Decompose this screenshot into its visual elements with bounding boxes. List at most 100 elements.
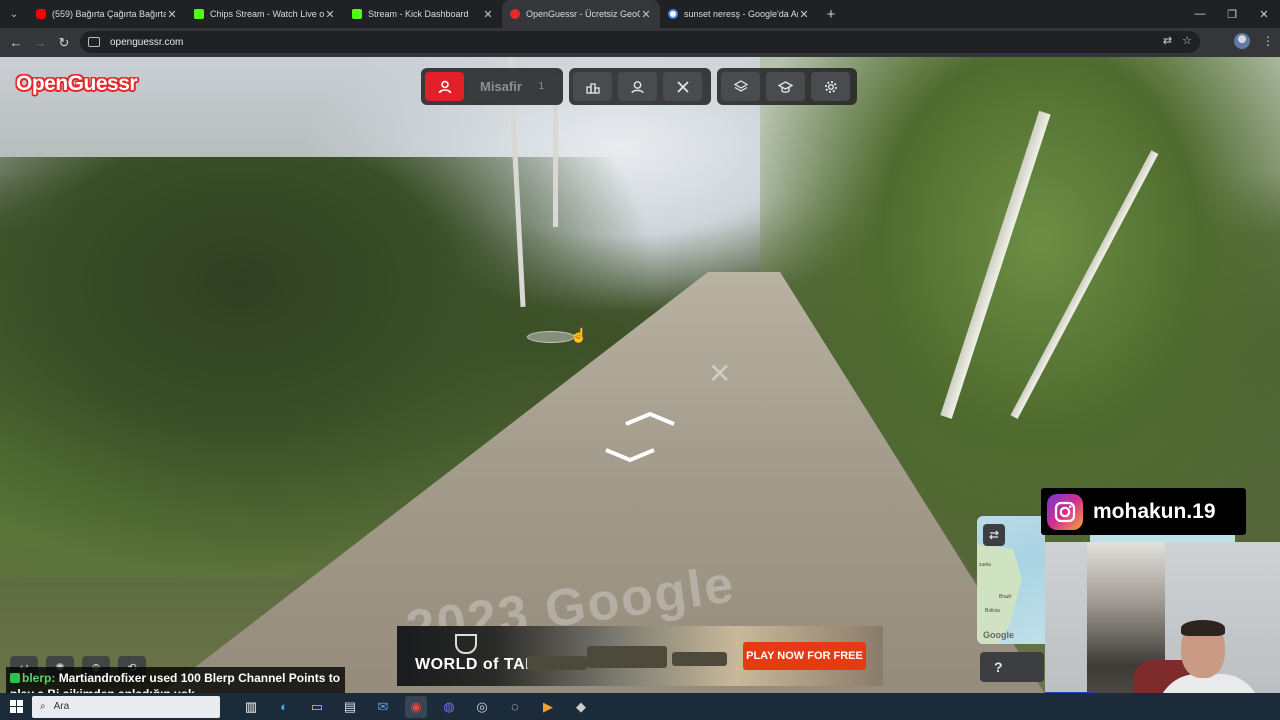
- youtube-icon: [36, 9, 46, 19]
- guest-player-badge[interactable]: Misafir 1: [470, 72, 554, 101]
- move-target-marker[interactable]: [527, 331, 575, 343]
- app-icon[interactable]: ◆: [570, 696, 592, 718]
- close-icon[interactable]: ✕: [640, 8, 652, 21]
- tab-kick-dashboard[interactable]: Stream - Kick Dashboard ✕: [344, 0, 502, 28]
- settings-button[interactable]: [811, 72, 850, 101]
- close-icon[interactable]: ✕: [166, 8, 178, 21]
- search-icon: ⌕: [40, 701, 46, 712]
- tab-youtube[interactable]: (559) Bağırta Çağırta Bağırta Sil ✕: [28, 0, 186, 28]
- crossed-swords-icon: [676, 80, 689, 93]
- kick-icon: [194, 9, 204, 19]
- taskbar-search[interactable]: ⌕ Ara: [32, 695, 220, 718]
- bookmark-star-icon[interactable]: ☆: [1182, 34, 1192, 47]
- google-icon: [668, 9, 678, 19]
- mode-group: [569, 68, 711, 105]
- player-count: 1: [538, 81, 544, 92]
- address-bar[interactable]: openguessr.com ⇄ ☆: [80, 31, 1200, 53]
- url-text: openguessr.com: [110, 36, 184, 48]
- instagram-icon: [1047, 493, 1083, 530]
- tab-title: OpenGuessr - Ücretsiz GeoGue: [526, 9, 640, 19]
- close-window-icon[interactable]: ✕: [1248, 0, 1280, 28]
- instagram-overlay: mohakun.19: [1041, 488, 1246, 535]
- edge-icon[interactable]: ◐: [273, 696, 295, 718]
- tab-title: (559) Bağırta Çağırta Bağırta Sil: [52, 9, 166, 19]
- tab-openguessr[interactable]: OpenGuessr - Ücretsiz GeoGue ✕: [502, 0, 660, 28]
- openguessr-logo[interactable]: OpenGuessr: [16, 72, 138, 96]
- google-map-logo: Google: [983, 630, 1014, 640]
- windows-taskbar: ⌕ Ara ▥ ◐ ▭ ▤ ✉ ◉ ◍ ◎ ◌ ▶ ◆: [0, 693, 1280, 720]
- back-icon[interactable]: ←: [4, 35, 28, 50]
- close-icon[interactable]: ✕: [324, 8, 336, 21]
- education-mode-button[interactable]: [766, 72, 805, 101]
- account-button[interactable]: [425, 72, 464, 101]
- map-layers-button[interactable]: [721, 72, 760, 101]
- leaderboard-button[interactable]: [573, 72, 612, 101]
- tank-image: [527, 656, 587, 670]
- settings-group: [717, 68, 857, 105]
- chrome-icon[interactable]: ◉: [405, 695, 427, 718]
- move-forward-arrow[interactable]: [624, 412, 676, 426]
- reload-icon[interactable]: ↻: [52, 35, 76, 51]
- site-info-icon[interactable]: [88, 37, 100, 47]
- graduation-cap-icon: [778, 80, 793, 93]
- omnibox-actions: ⇄ ☆: [1163, 34, 1192, 47]
- tab-title: Chips Stream - Watch Live on K: [210, 9, 324, 19]
- instagram-handle: mohakun.19: [1093, 499, 1216, 523]
- kick-icon: [352, 9, 362, 19]
- help-button[interactable]: ?: [980, 652, 1044, 682]
- browser-toolbar: ← → ↻ openguessr.com ⇄ ☆ ⋮: [0, 28, 1280, 57]
- ad-cta-button[interactable]: PLAY NOW FOR FREE: [743, 642, 866, 670]
- tank-image: [672, 652, 727, 666]
- new-tab-button[interactable]: +: [818, 0, 844, 28]
- taskbar-search-placeholder: Ara: [53, 701, 70, 712]
- close-icon[interactable]: ✕: [798, 8, 810, 21]
- obs-icon[interactable]: ◌: [504, 696, 526, 718]
- discord-icon[interactable]: ◍: [438, 696, 460, 718]
- layers-icon: [733, 79, 748, 92]
- wot-crest-icon: [455, 634, 477, 654]
- profile-area: ⋮: [1234, 33, 1274, 49]
- store-icon[interactable]: ▤: [339, 696, 361, 718]
- resize-arrows-icon: [989, 530, 999, 540]
- menu-kebab-icon[interactable]: ⋮: [1262, 34, 1274, 48]
- gear-icon: [824, 80, 837, 93]
- multiplayer-button[interactable]: [618, 72, 657, 101]
- tab-title: Stream - Kick Dashboard: [368, 9, 469, 19]
- file-explorer-icon[interactable]: ▭: [306, 696, 328, 718]
- tab-search-button[interactable]: ⌄: [0, 0, 28, 28]
- user-icon: [438, 80, 451, 93]
- battle-mode-button[interactable]: [663, 72, 702, 101]
- hand-cursor-icon: ☝: [570, 327, 588, 343]
- tab-title: sunset neresş - Google'da Ara: [684, 9, 798, 19]
- guess-minimap[interactable]: zuela Brazil Bolivia Google: [977, 516, 1045, 644]
- move-backward-arrow[interactable]: [604, 448, 656, 462]
- player-name: Misafir: [480, 79, 522, 94]
- minimize-icon[interactable]: —: [1184, 0, 1216, 28]
- forward-icon[interactable]: →: [28, 35, 52, 50]
- profile-avatar[interactable]: [1234, 33, 1250, 49]
- tab-google-search[interactable]: sunset neresş - Google'da Ara ✕: [660, 0, 818, 28]
- translate-icon[interactable]: ⇄: [1163, 34, 1172, 47]
- media-player-icon[interactable]: ▶: [537, 696, 559, 718]
- ad-banner[interactable]: WORLD of TANKS PLAY NOW FOR FREE: [397, 626, 883, 686]
- browser-tab-bar: ⌄ (559) Bağırta Çağırta Bağırta Sil ✕ Ch…: [0, 0, 1280, 28]
- window-controls: — ❐ ✕: [1184, 0, 1280, 28]
- taskbar-apps: ▥ ◐ ▭ ▤ ✉ ◉ ◍ ◎ ◌ ▶ ◆: [240, 695, 592, 718]
- mail-icon[interactable]: ✉: [372, 696, 394, 718]
- map-expand-button[interactable]: [983, 524, 1005, 546]
- player-group: Misafir 1: [421, 68, 563, 105]
- group-icon: [631, 80, 644, 93]
- screen: ⌄ (559) Bağırta Çağırta Bağırta Sil ✕ Ch…: [0, 0, 1280, 720]
- streamer-hair: [1181, 620, 1225, 636]
- restore-icon[interactable]: ❐: [1216, 0, 1248, 28]
- podium-icon: [585, 82, 600, 94]
- close-icon[interactable]: ✕: [482, 8, 494, 21]
- map-label-bolivia: Bolivia: [985, 608, 1000, 614]
- blerp-badge-icon: [10, 673, 20, 683]
- windows-logo-icon: [9, 700, 23, 713]
- tab-kick-chips[interactable]: Chips Stream - Watch Live on K ✕: [186, 0, 344, 28]
- windows-start-button[interactable]: [0, 700, 32, 713]
- steam-icon[interactable]: ◎: [471, 696, 493, 718]
- task-view-icon[interactable]: ▥: [240, 696, 262, 718]
- map-label-brazil: Brazil: [999, 594, 1012, 600]
